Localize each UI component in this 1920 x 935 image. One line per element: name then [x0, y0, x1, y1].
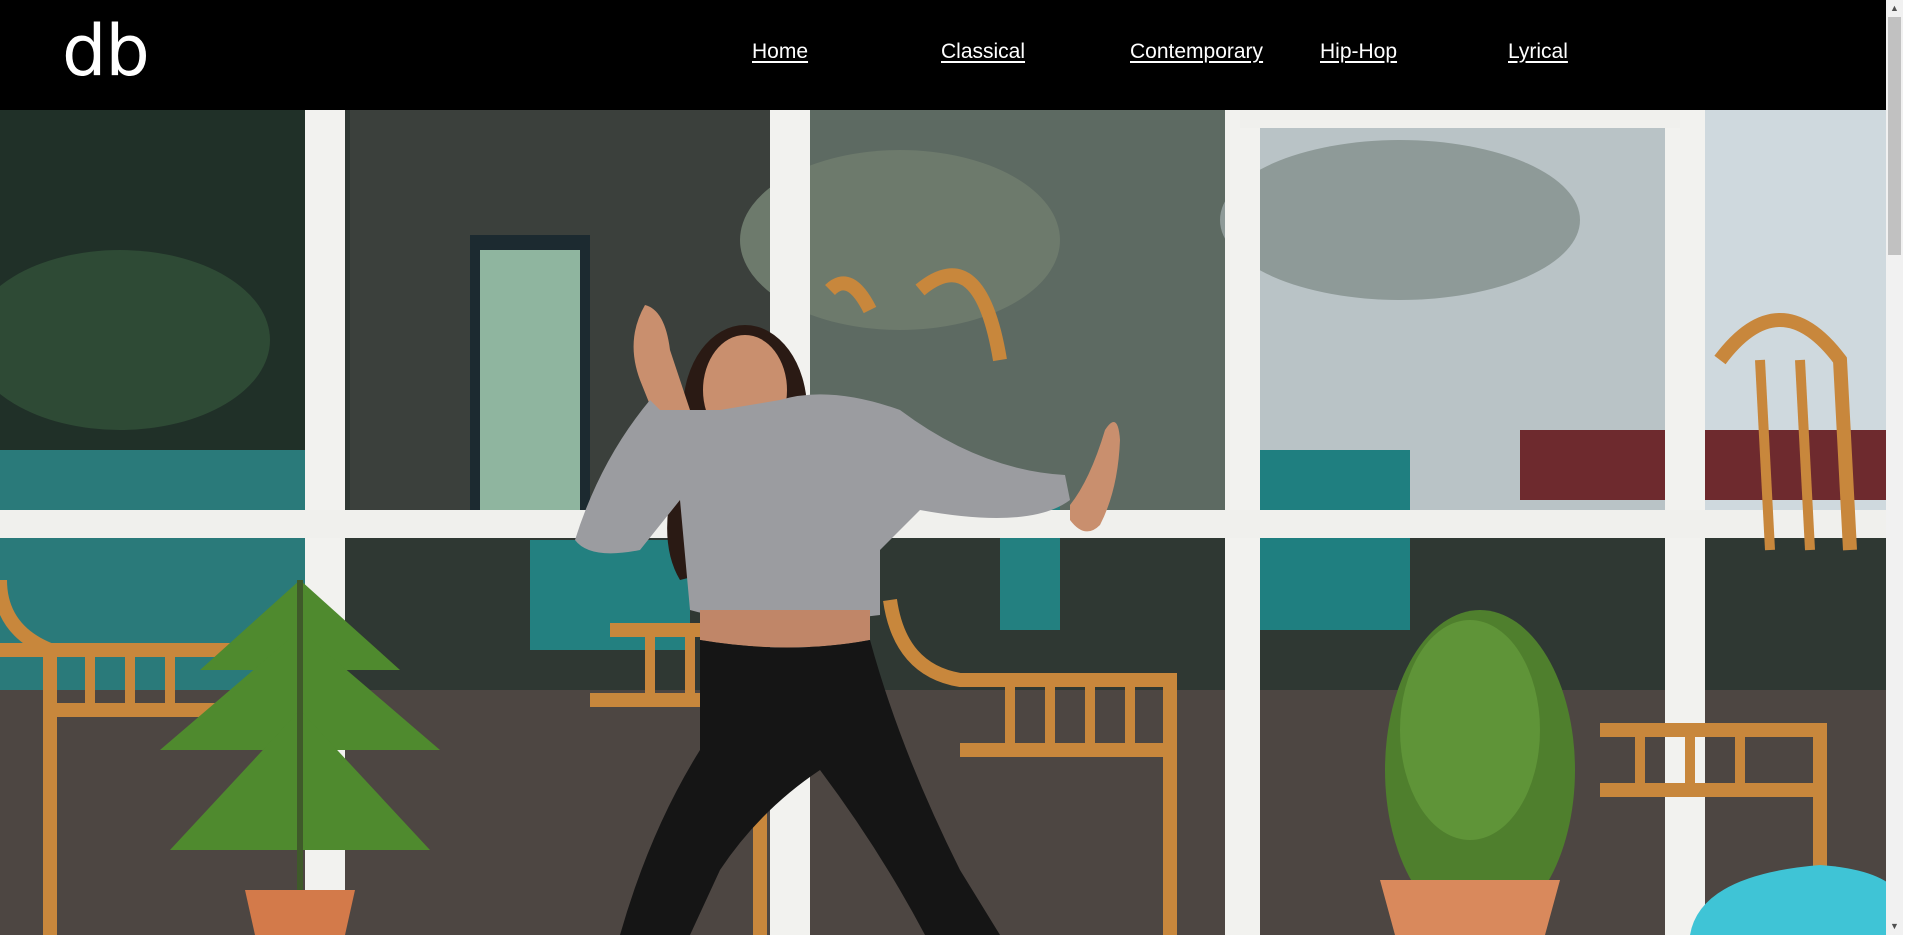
nav-link-classical[interactable]: Classical — [941, 40, 1025, 64]
nav-link-home[interactable]: Home — [752, 40, 808, 64]
scroll-down-icon[interactable]: ▼ — [1886, 918, 1903, 935]
hero-image — [0, 110, 1903, 935]
dancer-photo — [0, 110, 1903, 935]
navbar: db Home Classical Contemporary Hip-Hop L… — [0, 0, 1903, 110]
nav-link-contemporary[interactable]: Contemporary — [1130, 40, 1263, 64]
site-logo[interactable]: db — [62, 16, 150, 86]
scroll-thumb[interactable] — [1888, 17, 1901, 255]
page: db Home Classical Contemporary Hip-Hop L… — [0, 0, 1903, 935]
nav-link-lyrical[interactable]: Lyrical — [1508, 40, 1568, 64]
scrollbar[interactable]: ▲ ▼ — [1886, 0, 1903, 935]
scroll-up-icon[interactable]: ▲ — [1886, 0, 1903, 17]
nav-link-hip-hop[interactable]: Hip-Hop — [1320, 40, 1397, 64]
